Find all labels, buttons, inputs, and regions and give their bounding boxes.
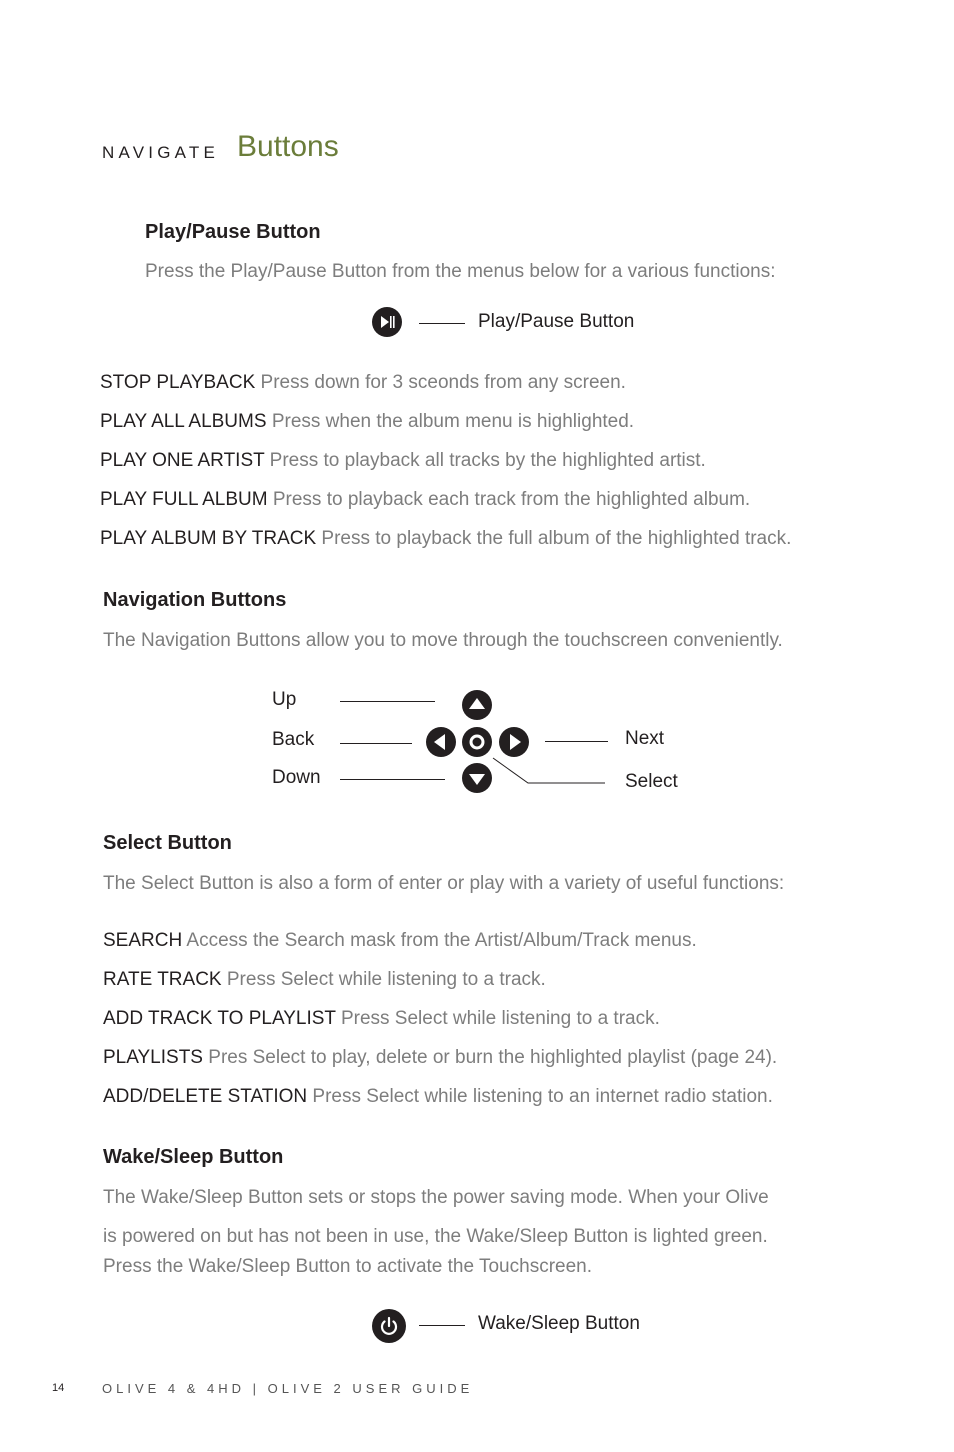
- function-term: PLAY FULL ALBUM: [100, 489, 268, 510]
- function-description: Press to playback each track from the hi…: [272, 489, 751, 510]
- function-term: PLAY ALL ALBUMS: [100, 411, 267, 432]
- page-number: 14: [52, 1382, 65, 1394]
- function-term: PLAYLISTS: [103, 1047, 203, 1068]
- next-label: Next: [625, 728, 665, 749]
- next-leader-line: [545, 741, 608, 742]
- list-item: PLAY ALBUM BY TRACK Press to playback th…: [100, 528, 791, 550]
- list-item: PLAY ONE ARTIST Press to playback all tr…: [100, 450, 706, 472]
- navigation-heading: Navigation Buttons: [103, 589, 287, 611]
- function-description: Press down for 3 sceonds from any screen…: [260, 372, 626, 393]
- select-leader-line: [492, 757, 605, 784]
- footer-guide-title: OLIVE 4 & 4HD | OLIVE 2 USER GUIDE: [102, 1381, 474, 1396]
- navigation-intro: The Navigation Buttons allow you to move…: [103, 630, 783, 651]
- up-arrow-icon: [462, 690, 492, 720]
- function-description: Press Select while listening to a track.: [340, 1008, 660, 1029]
- wake-sleep-diagram-label: Wake/Sleep Button: [478, 1313, 640, 1334]
- list-item: ADD TRACK TO PLAYLIST Press Select while…: [103, 1008, 660, 1030]
- back-arrow-icon: [426, 727, 456, 757]
- play-pause-leader-line: [419, 323, 465, 324]
- function-term: ADD TRACK TO PLAYLIST: [103, 1008, 336, 1029]
- select-circle-icon: [462, 727, 492, 757]
- wake-sleep-heading: Wake/Sleep Button: [103, 1146, 284, 1168]
- select-heading: Select Button: [103, 832, 232, 854]
- function-term: ADD/DELETE STATION: [103, 1086, 308, 1107]
- back-leader-line: [340, 743, 412, 744]
- function-term: PLAY ONE ARTIST: [100, 450, 265, 471]
- function-description: Press Select while listening to a track.: [226, 969, 546, 990]
- function-term: PLAY ALBUM BY TRACK: [100, 528, 317, 549]
- up-leader-line: [340, 701, 435, 702]
- list-item: PLAY FULL ALBUM Press to playback each t…: [100, 489, 750, 511]
- next-arrow-icon: [499, 727, 529, 757]
- function-description: Access the Search mask from the Artist/A…: [186, 930, 697, 951]
- list-item: STOP PLAYBACK Press down for 3 sceonds f…: [100, 372, 626, 394]
- list-item: ADD/DELETE STATION Press Select while li…: [103, 1086, 773, 1108]
- wake-sleep-paragraph-line: Press the Wake/Sleep Button to activate …: [103, 1256, 592, 1277]
- down-leader-line: [340, 779, 445, 780]
- power-icon: [372, 1309, 406, 1343]
- wake-sleep-paragraph-line: is powered on but has not been in use, t…: [103, 1226, 768, 1247]
- play-pause-intro: Press the Play/Pause Button from the men…: [145, 261, 776, 282]
- play-pause-icon: [372, 307, 402, 337]
- wake-sleep-leader-line: [419, 1325, 465, 1326]
- function-description: Press to playback the full album of the …: [321, 528, 792, 549]
- back-label: Back: [272, 729, 315, 750]
- list-item: PLAY ALL ALBUMS Press when the album men…: [100, 411, 634, 433]
- function-term: RATE TRACK: [103, 969, 222, 990]
- list-item: PLAYLISTS Pres Select to play, delete or…: [103, 1047, 777, 1069]
- section-label: NAVIGATE: [102, 143, 220, 162]
- function-description: Pres Select to play, delete or burn the …: [208, 1047, 778, 1068]
- list-item: RATE TRACK Press Select while listening …: [103, 969, 546, 991]
- list-item: SEARCH Access the Search mask from the A…: [103, 930, 697, 952]
- select-intro: The Select Button is also a form of ente…: [103, 873, 785, 894]
- page-title: Buttons: [237, 130, 339, 163]
- play-pause-diagram-label: Play/Pause Button: [478, 311, 635, 332]
- function-term: STOP PLAYBACK: [100, 372, 256, 393]
- function-description: Press when the album menu is highlighted…: [271, 411, 635, 432]
- function-description: Press Select while listening to an inter…: [312, 1086, 773, 1107]
- down-arrow-icon: [462, 763, 492, 793]
- up-label: Up: [272, 689, 297, 710]
- down-label: Down: [272, 767, 321, 788]
- wake-sleep-paragraph-line: The Wake/Sleep Button sets or stops the …: [103, 1187, 769, 1208]
- play-pause-heading: Play/Pause Button: [145, 221, 321, 243]
- function-term: SEARCH: [103, 930, 183, 951]
- function-description: Press to playback all tracks by the high…: [269, 450, 706, 471]
- select-label: Select: [625, 771, 678, 792]
